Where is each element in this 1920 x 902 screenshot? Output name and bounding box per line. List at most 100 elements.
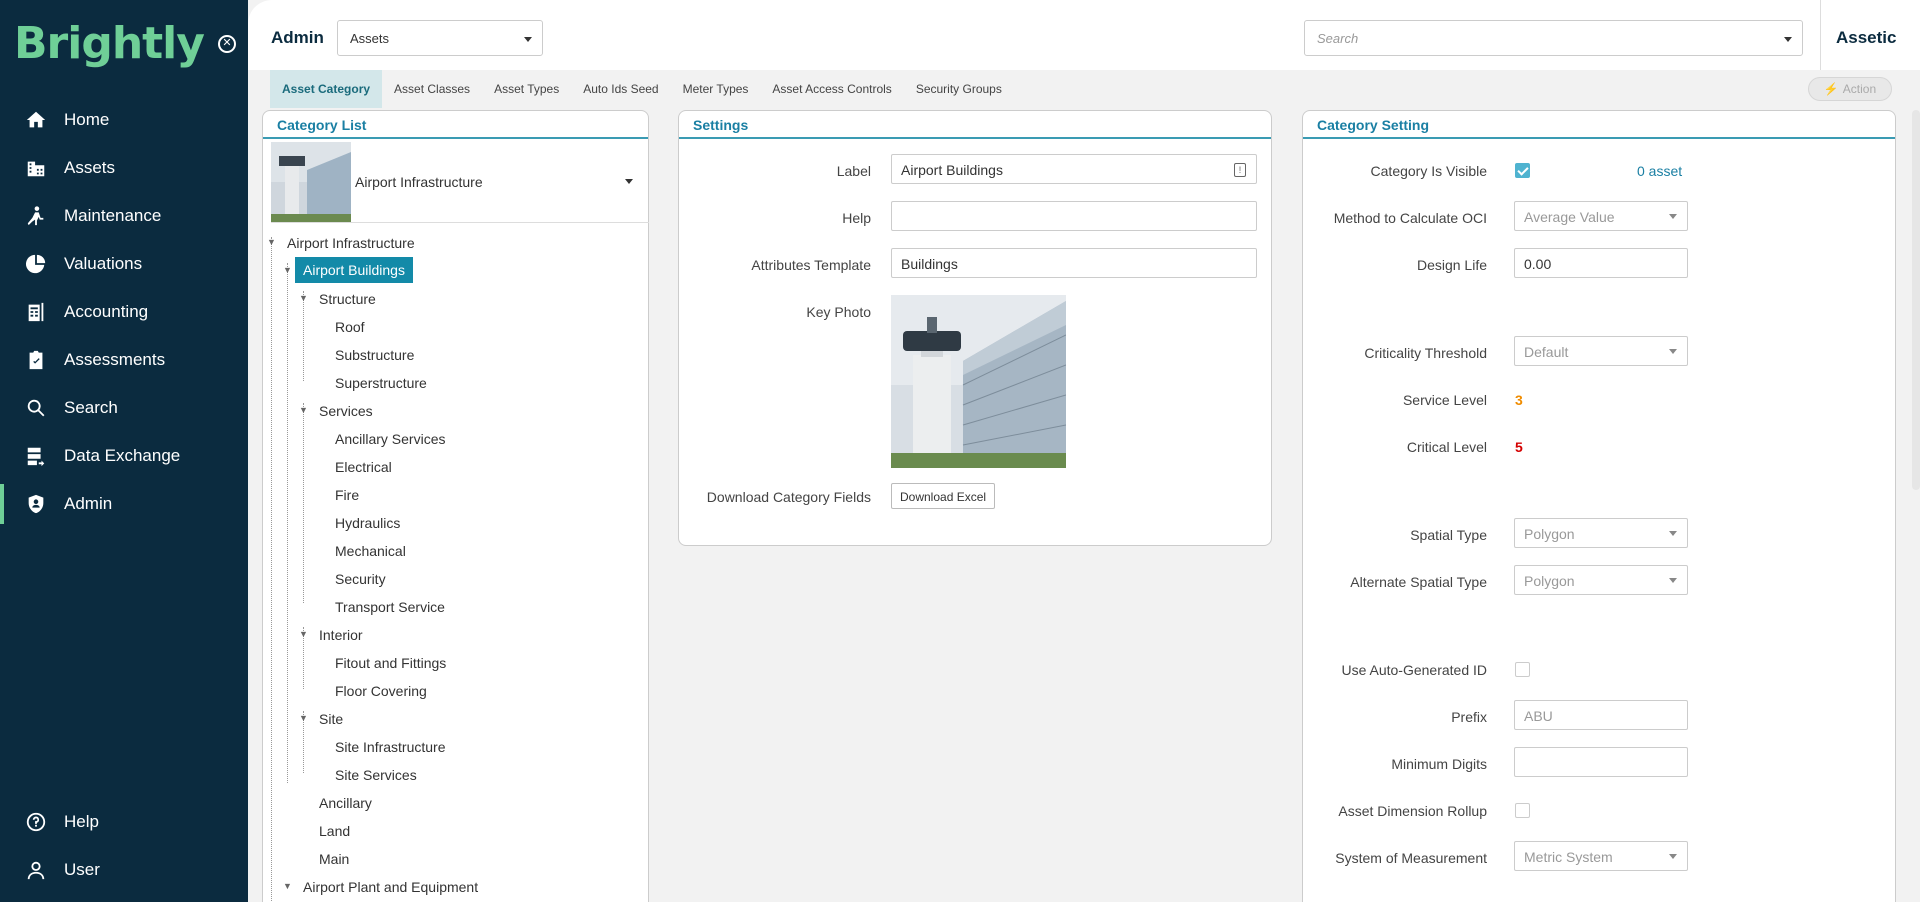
tab-meter-types[interactable]: Meter Types [671,70,761,108]
asset-count-link[interactable]: 0 asset [1637,163,1682,179]
tree-item[interactable]: Security [335,571,386,587]
tree-item[interactable]: Main [319,851,349,867]
nav-label: Assessments [64,350,166,369]
nav-search[interactable]: Search [0,388,248,428]
nav-assets[interactable]: Assets [0,148,248,188]
service-level-label: Service Level [1402,392,1487,408]
nav-assessments[interactable]: Assessments [0,340,248,380]
brightly-logo: Brightly [14,18,205,69]
measurement-label: System of Measurement [1335,850,1487,866]
tree-item[interactable]: Floor Covering [335,683,427,699]
tree-item[interactable]: Mechanical [335,543,406,559]
prefix-input[interactable]: ABU [1514,700,1688,730]
tree-collapse-icon[interactable]: ▼ [299,405,308,415]
oci-method-select[interactable]: Average Value [1514,201,1688,231]
label-input[interactable]: Airport Buildings ! [891,154,1257,184]
tree-item[interactable]: Electrical [335,459,392,475]
search-input[interactable]: Search [1304,20,1803,56]
tree-item[interactable]: Hydraulics [335,515,400,531]
spatial-type-select[interactable]: Polygon [1514,518,1688,548]
collapse-sidebar-icon[interactable]: ✕ [217,34,236,53]
tree-item[interactable]: Interior [319,627,363,643]
download-excel-button[interactable]: Download Excel [891,483,996,509]
alt-spatial-type-select[interactable]: Polygon [1514,565,1688,595]
tree-collapse-icon[interactable]: ▼ [283,265,292,275]
nav-help[interactable]: Help [0,802,248,842]
auto-id-checkbox[interactable] [1515,662,1530,677]
nav-label: Accounting [64,302,149,321]
tree-item[interactable]: Services [319,403,373,419]
tree-item[interactable]: Ancillary Services [335,431,445,447]
panel-title: Category Setting [1303,111,1895,139]
module-select[interactable]: Assets [337,20,543,56]
tree-item[interactable]: Site Infrastructure [335,739,446,755]
tree-collapse-icon[interactable]: ▼ [299,629,308,639]
dimension-rollup-checkbox[interactable] [1515,803,1530,818]
translate-icon[interactable]: ! [1234,163,1246,177]
lightning-icon: ⚡ [1823,82,1839,96]
nav-label: Home [64,110,110,129]
tree-guide [303,403,304,603]
nav-label: Data Exchange [64,446,181,465]
tree-item[interactable]: Superstructure [335,375,427,391]
assets-icon [24,156,48,180]
tab-asset-classes[interactable]: Asset Classes [382,70,482,108]
nav-label: Help [64,812,99,831]
help-input[interactable] [891,201,1257,231]
category-list-panel: Category List Airport Infrastructure ▼ A… [262,110,649,902]
tree-item[interactable]: Ancillary [319,795,372,811]
critical-level-label: Critical Level [1406,439,1487,455]
tree-item[interactable]: Substructure [335,347,414,363]
logo-row: Brightly ✕ [14,18,236,69]
category-thumbnail [271,141,351,222]
tree-guide [287,263,288,783]
criticality-threshold-select[interactable]: Default [1514,336,1688,366]
tree-guide [271,237,272,902]
category-select[interactable]: Airport Infrastructure [271,141,649,223]
nav-maintenance[interactable]: Maintenance [0,196,248,236]
tree-item[interactable]: Fire [335,487,359,503]
nav-admin[interactable]: Admin [0,484,248,524]
maintenance-icon [24,204,48,228]
measurement-system-select[interactable]: Metric System [1514,841,1688,871]
page-scrollbar[interactable] [1912,110,1920,490]
tree-collapse-icon[interactable]: ▼ [299,713,308,723]
tree-collapse-icon[interactable]: ▼ [267,237,276,247]
key-photo[interactable] [891,295,1066,468]
action-button[interactable]: ⚡ Action [1808,77,1892,101]
chevron-down-icon [1669,214,1677,219]
nav-data-exchange[interactable]: Data Exchange [0,436,248,476]
tree-collapse-icon[interactable]: ▼ [283,881,292,891]
label-input-value: Airport Buildings [901,162,1003,178]
nav-valuations[interactable]: Valuations [0,244,248,284]
tab-asset-types[interactable]: Asset Types [482,70,571,108]
tab-asset-access-controls[interactable]: Asset Access Controls [760,70,903,108]
tab-security-groups[interactable]: Security Groups [904,70,1014,108]
tree-item[interactable]: Airport Infrastructure [287,235,415,251]
design-life-input[interactable]: 0.00 [1514,248,1688,278]
tree-item[interactable]: Airport Plant and Equipment [303,879,478,895]
auto-id-label: Use Auto-Generated ID [1341,662,1487,678]
tree-item-selected[interactable]: Airport Buildings [295,257,413,283]
tree-item[interactable]: Land [319,823,350,839]
tree-collapse-icon[interactable]: ▼ [299,293,308,303]
tree-item[interactable]: Roof [335,319,365,335]
attributes-template-input[interactable]: Buildings [891,248,1257,278]
nav-user[interactable]: User [0,850,248,890]
tree-item[interactable]: Fitout and Fittings [335,655,446,671]
data-exchange-icon [24,444,48,468]
action-label: Action [1842,82,1877,96]
tree-item[interactable]: Site [319,711,343,727]
tree-item[interactable]: Site Services [335,767,417,783]
tab-asset-category[interactable]: Asset Category [270,70,383,108]
tab-auto-ids-seed[interactable]: Auto Ids Seed [571,70,670,108]
category-visible-checkbox[interactable] [1515,163,1530,178]
tree-item[interactable]: Structure [319,291,376,307]
prefix-placeholder: ABU [1524,708,1553,724]
label-field-label: Label [836,163,871,179]
tree-item[interactable]: Transport Service [335,599,445,615]
nav-home[interactable]: Home [0,100,248,140]
tenant-name: Assetic [1836,28,1897,47]
min-digits-input[interactable] [1514,747,1688,777]
nav-accounting[interactable]: Accounting [0,292,248,332]
